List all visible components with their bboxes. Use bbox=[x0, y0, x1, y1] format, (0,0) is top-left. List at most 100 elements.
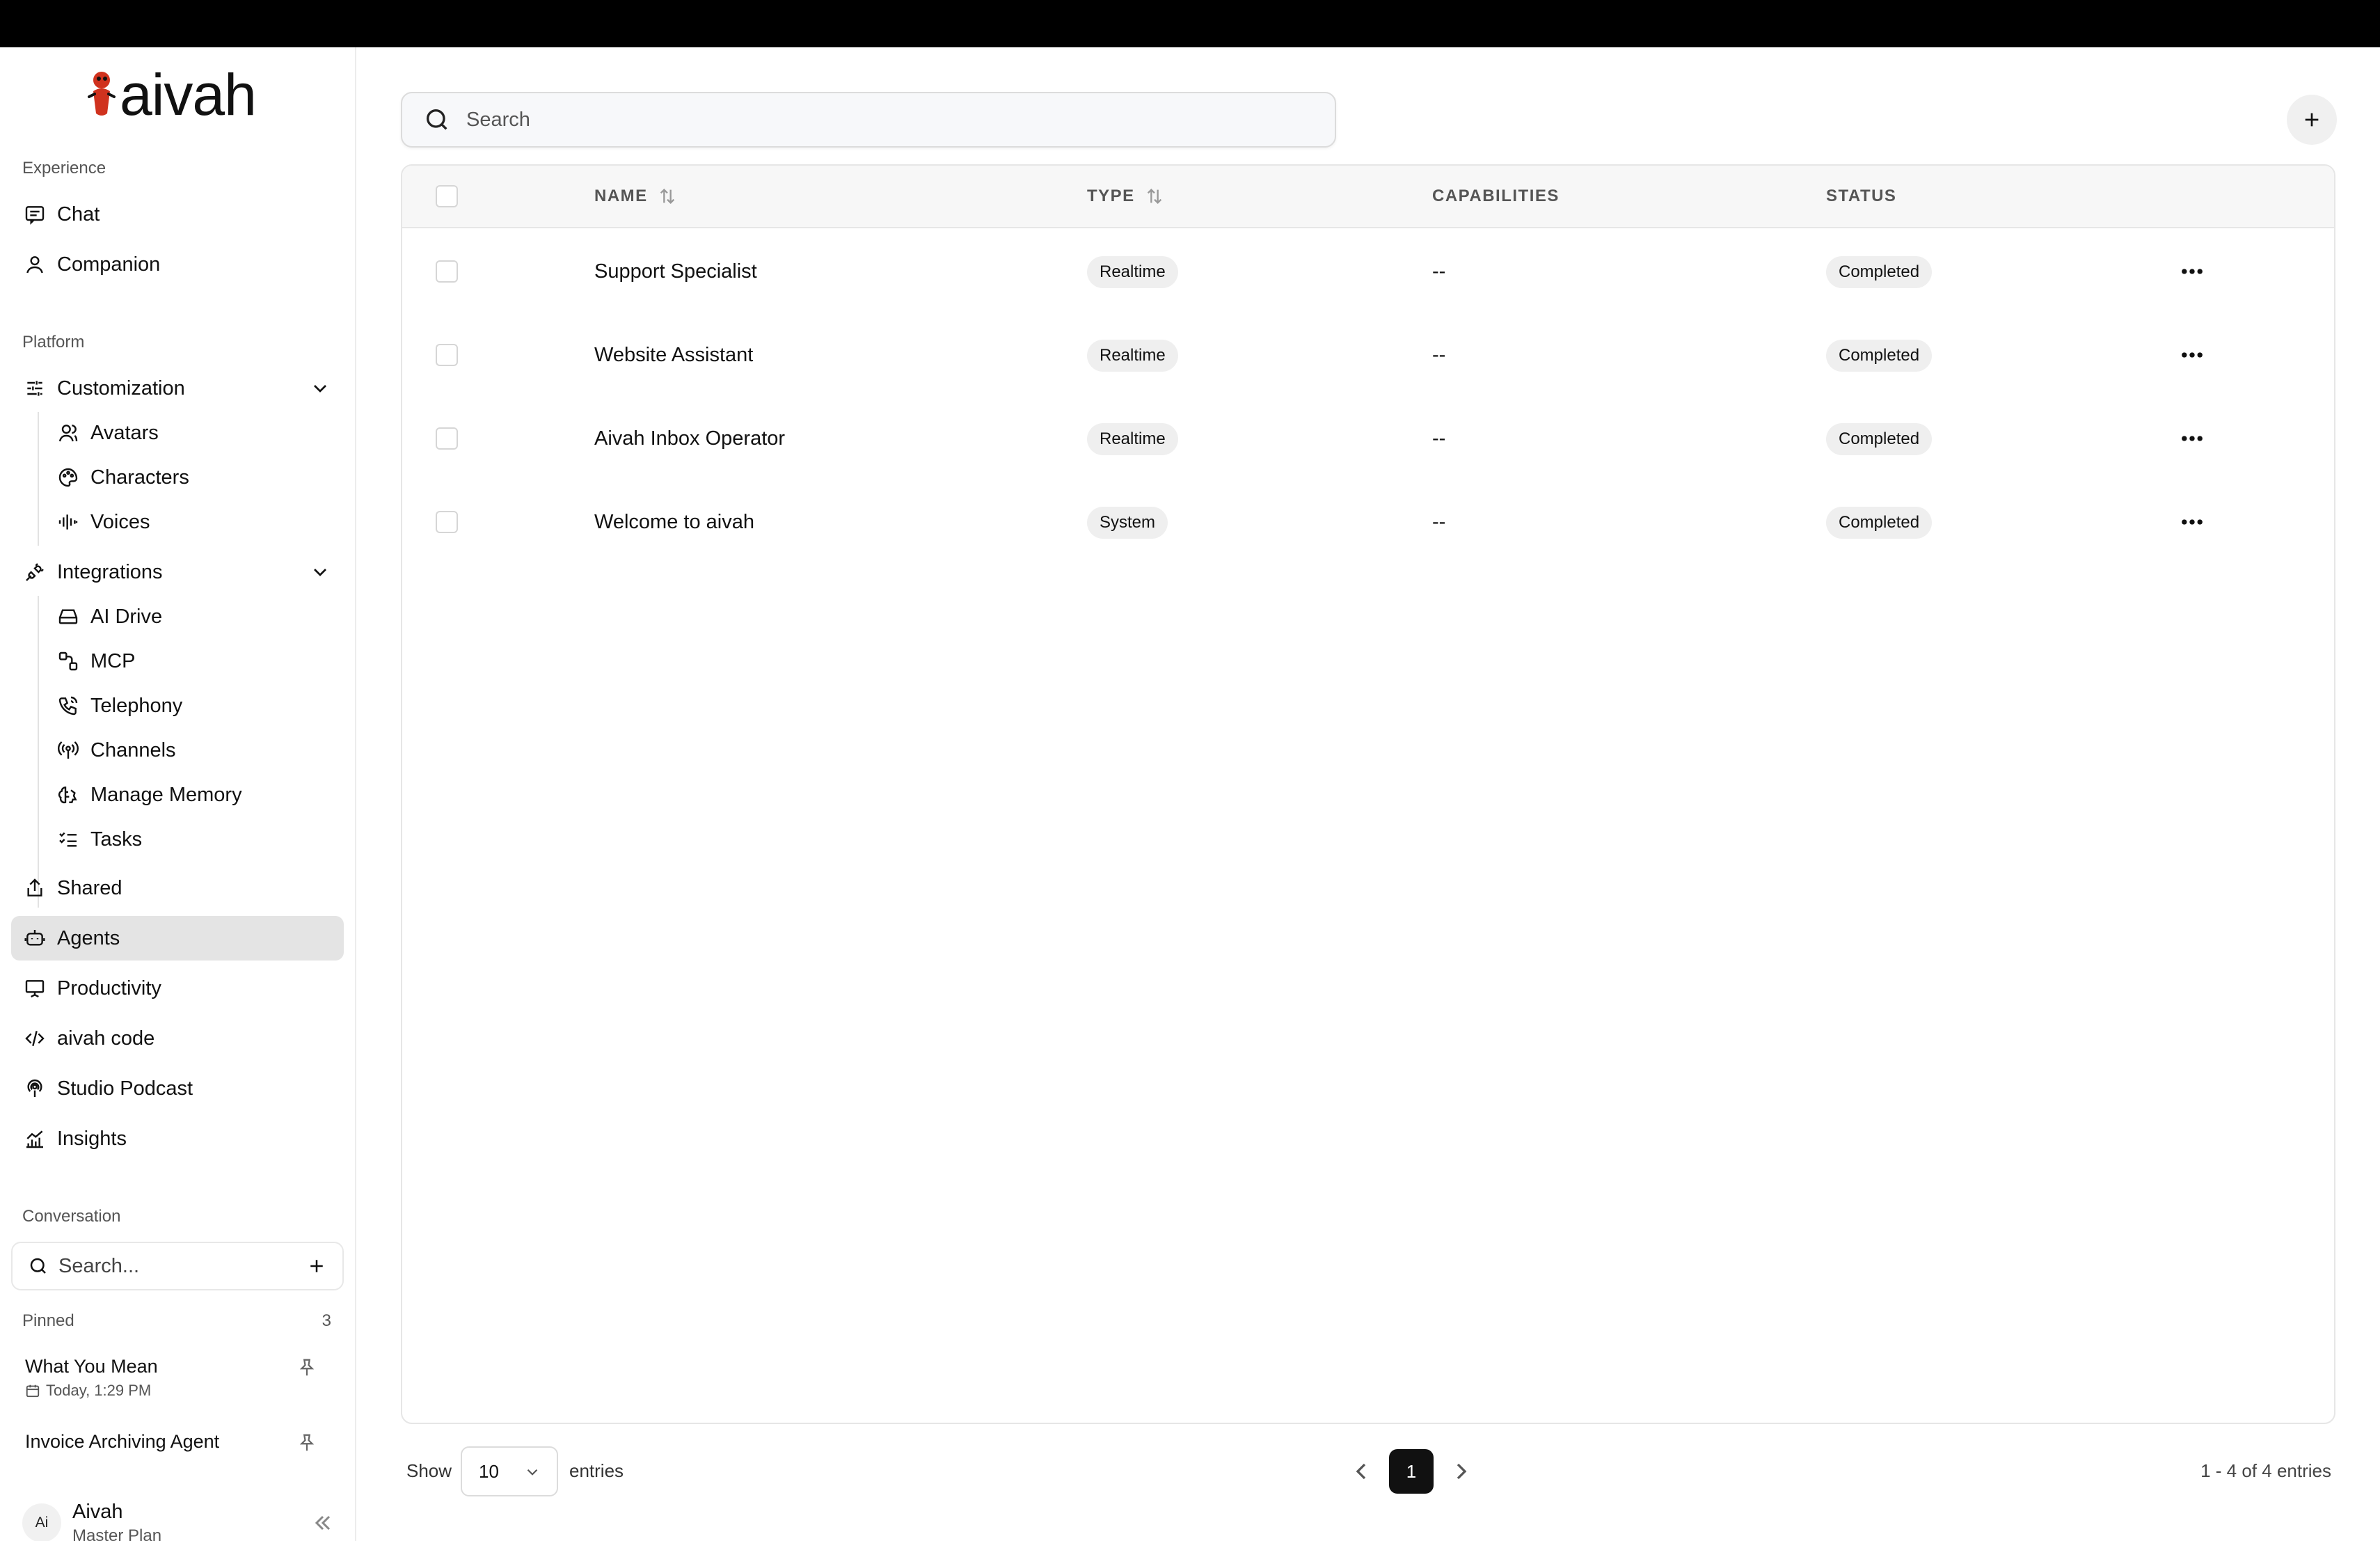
pinned-conversation-time: Today, 1:29 PM bbox=[46, 1382, 152, 1399]
table-row[interactable]: Support Specialist Realtime -- Completed bbox=[402, 230, 2334, 313]
more-actions-icon[interactable] bbox=[2178, 427, 2206, 450]
sidebar-item-label: Voices bbox=[90, 510, 150, 533]
sort-icon[interactable] bbox=[1145, 187, 1164, 206]
palette-icon bbox=[56, 465, 81, 490]
status-badge: Completed bbox=[1826, 507, 1933, 539]
row-checkbox[interactable] bbox=[436, 344, 458, 366]
column-header-name[interactable]: NAME bbox=[594, 187, 677, 206]
conversation-search-input[interactable]: Search... bbox=[58, 1255, 306, 1278]
row-checkbox[interactable] bbox=[436, 511, 458, 533]
broadcast-icon bbox=[56, 738, 81, 763]
column-header-label: CAPABILITIES bbox=[1432, 187, 1560, 205]
chevron-down-icon[interactable] bbox=[309, 561, 331, 583]
sidebar-item-productivity[interactable]: Productivity bbox=[11, 966, 344, 1011]
user-profile[interactable]: Ai Aivah Master Plan bbox=[22, 1495, 335, 1541]
show-label: Show bbox=[406, 1460, 452, 1481]
chevron-down-icon[interactable] bbox=[309, 377, 331, 400]
sidebar-item-voices[interactable]: Voices bbox=[45, 500, 344, 544]
sidebar-item-manage-memory[interactable]: Manage Memory bbox=[45, 773, 344, 817]
select-all-checkbox[interactable] bbox=[436, 185, 458, 207]
pinned-conversation[interactable]: What You Mean Today, 1:29 PM bbox=[25, 1356, 331, 1400]
sidebar-item-label: aivah code bbox=[57, 1027, 155, 1050]
pinned-label: Pinned bbox=[22, 1311, 74, 1330]
agents-search[interactable]: Search bbox=[401, 92, 1336, 148]
plug-icon bbox=[22, 560, 47, 585]
new-conversation-plus-icon[interactable] bbox=[306, 1256, 327, 1277]
sidebar-item-characters[interactable]: Characters bbox=[45, 455, 344, 500]
sidebar-item-studio-podcast[interactable]: Studio Podcast bbox=[11, 1066, 344, 1111]
sidebar-item-aivah-code[interactable]: aivah code bbox=[11, 1016, 344, 1061]
sidebar-item-label: Companion bbox=[57, 253, 161, 276]
collapse-sidebar-icon[interactable] bbox=[310, 1510, 335, 1535]
add-agent-button[interactable] bbox=[2287, 95, 2337, 145]
sidebar-item-tasks[interactable]: Tasks bbox=[45, 817, 344, 862]
column-header-label: NAME bbox=[594, 187, 648, 205]
sidebar-item-shared[interactable]: Shared bbox=[11, 866, 344, 910]
previous-page-icon[interactable] bbox=[1347, 1457, 1375, 1485]
sidebar-item-customization[interactable]: Customization bbox=[11, 366, 344, 411]
sidebar-item-chat[interactable]: Chat bbox=[11, 192, 344, 237]
sliders-icon bbox=[22, 376, 47, 401]
sidebar-item-label: Integrations bbox=[57, 560, 163, 583]
sidebar-item-insights[interactable]: Insights bbox=[11, 1116, 344, 1161]
page-button-current[interactable]: 1 bbox=[1389, 1449, 1434, 1494]
sidebar-item-agents[interactable]: Agents bbox=[11, 916, 344, 961]
aivah-logo[interactable]: aivah bbox=[86, 65, 257, 124]
brain-icon bbox=[56, 782, 81, 807]
sidebar-item-label: Characters bbox=[90, 466, 189, 489]
pinned-count: 3 bbox=[322, 1311, 331, 1330]
user-name: Aivah bbox=[72, 1500, 123, 1523]
agents-search-input[interactable]: Search bbox=[466, 109, 530, 132]
mcp-icon bbox=[56, 649, 81, 674]
table-row[interactable]: Welcome to aivah System -- Completed bbox=[402, 480, 2334, 564]
phone-icon bbox=[56, 693, 81, 718]
pin-icon[interactable] bbox=[296, 1432, 317, 1453]
presentation-icon bbox=[22, 976, 47, 1001]
pinned-conversation[interactable]: Invoice Archiving Agent bbox=[25, 1431, 331, 1453]
sidebar-item-channels[interactable]: Channels bbox=[45, 728, 344, 773]
status-badge: Completed bbox=[1826, 256, 1933, 288]
more-actions-icon[interactable] bbox=[2178, 260, 2206, 283]
sidebar-item-companion[interactable]: Companion bbox=[11, 242, 344, 287]
sidebar-item-avatars[interactable]: Avatars bbox=[45, 411, 344, 455]
sidebar-item-mcp[interactable]: MCP bbox=[45, 639, 344, 683]
search-icon bbox=[427, 109, 447, 130]
sidebar-item-label: Chat bbox=[57, 203, 100, 226]
row-checkbox[interactable] bbox=[436, 260, 458, 283]
more-actions-icon[interactable] bbox=[2178, 344, 2206, 366]
pin-icon[interactable] bbox=[296, 1357, 317, 1378]
agent-name[interactable]: Website Assistant bbox=[594, 344, 753, 367]
tree-guide-line bbox=[38, 412, 39, 546]
sidebar-item-integrations[interactable]: Integrations bbox=[11, 550, 344, 594]
tasks-icon bbox=[56, 827, 81, 852]
sidebar-item-label: Manage Memory bbox=[90, 783, 242, 806]
agent-name[interactable]: Aivah Inbox Operator bbox=[594, 427, 785, 450]
sidebar-item-label: Channels bbox=[90, 738, 176, 761]
sidebar-item-label: MCP bbox=[90, 649, 136, 672]
section-label-conversation: Conversation bbox=[22, 1207, 121, 1226]
agent-name[interactable]: Support Specialist bbox=[594, 260, 757, 283]
column-header-status: STATUS bbox=[1826, 187, 1896, 206]
sidebar-item-label: Shared bbox=[57, 876, 122, 899]
code-icon bbox=[22, 1026, 47, 1051]
row-checkbox[interactable] bbox=[436, 427, 458, 450]
plus-icon bbox=[2305, 113, 2319, 127]
agent-name[interactable]: Welcome to aivah bbox=[594, 511, 754, 534]
column-header-type[interactable]: TYPE bbox=[1087, 187, 1164, 206]
sidebar-item-label: Studio Podcast bbox=[57, 1077, 193, 1100]
sidebar-item-label: Customization bbox=[57, 377, 185, 400]
sort-icon[interactable] bbox=[658, 187, 677, 206]
next-page-icon[interactable] bbox=[1447, 1457, 1475, 1485]
sidebar-item-ai-drive[interactable]: AI Drive bbox=[45, 594, 344, 639]
search-icon bbox=[30, 1258, 46, 1274]
page-size-select[interactable]: 10 bbox=[461, 1446, 558, 1496]
type-badge: System bbox=[1087, 507, 1168, 539]
table-row[interactable]: Aivah Inbox Operator Realtime -- Complet… bbox=[402, 397, 2334, 480]
agent-capabilities: -- bbox=[1432, 344, 1446, 366]
table-row[interactable]: Website Assistant Realtime -- Completed bbox=[402, 313, 2334, 397]
more-actions-icon[interactable] bbox=[2178, 511, 2206, 533]
sidebar-item-telephony[interactable]: Telephony bbox=[45, 683, 344, 728]
chat-icon bbox=[22, 202, 47, 227]
conversation-search[interactable]: Search... bbox=[11, 1242, 344, 1290]
type-badge: Realtime bbox=[1087, 256, 1178, 288]
